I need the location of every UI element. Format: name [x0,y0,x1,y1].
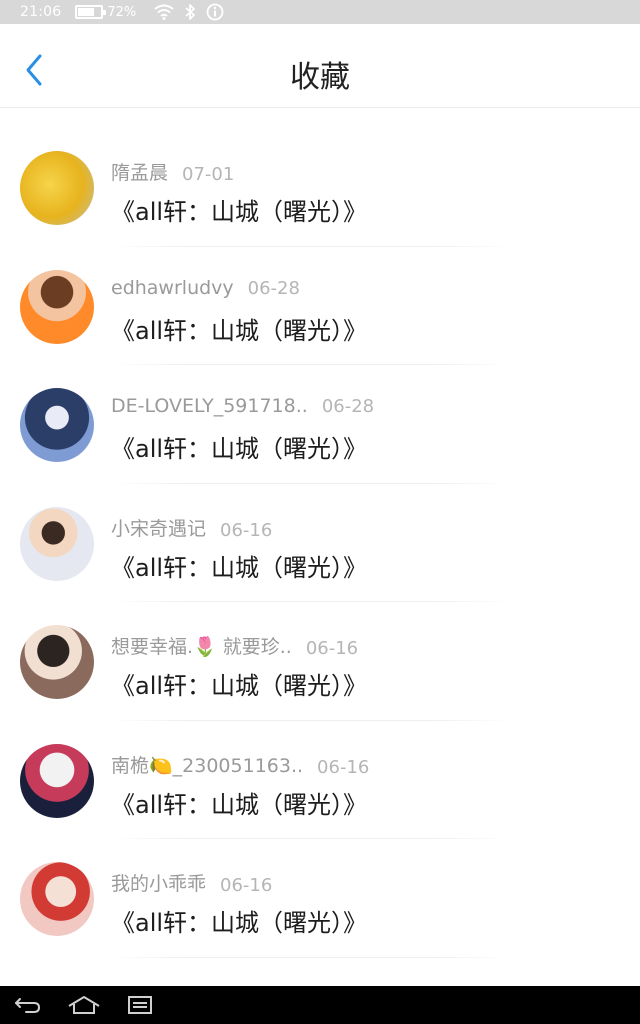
avatar [20,151,94,225]
item-meta: 隋孟晨 07-01 [111,158,234,185]
info-icon [206,3,224,21]
item-meta: 南桅🍋_230051163.. 06-16 [111,751,369,778]
author-name: 隋孟晨 [111,162,169,184]
item-date: 06-16 [220,519,273,541]
item-date: 07-01 [182,164,235,185]
item-meta: edhawrludvy 06-28 [111,277,300,299]
author-name: 小宋奇遇记 [111,517,207,540]
list-item[interactable]: 小宋奇遇记 06-16 《all轩：山城（曙光）》 [0,484,640,603]
avatar [20,269,94,344]
battery-icon [75,5,107,19]
item-title: 《all轩：山城（曙光）》 [111,198,368,226]
header: 收藏 [0,24,640,108]
item-title: 《all轩：山城（曙光）》 [111,909,368,937]
item-date: 06-16 [305,638,359,659]
item-date: 06-28 [321,396,375,417]
item-date: 06-16 [317,756,370,778]
item-title: 《all轩：山城（曙光）》 [111,672,368,700]
author-name: 南桅🍋_230051163.. [111,754,304,777]
avatar [20,625,94,699]
nav-recent-button[interactable] [112,986,168,1024]
avatar [20,862,94,936]
avatar [20,743,94,818]
navigation-bar [0,986,640,1024]
author-name: DE-LOVELY_591718.. [111,395,308,417]
list-item[interactable]: 南桅🍋_230051163.. 06-16 《all轩：山城（曙光）》 [0,721,640,840]
item-date: 06-28 [247,277,300,299]
nav-back-button[interactable] [0,986,56,1024]
avatar [20,506,94,581]
item-title: 《all轩：山城（曙光）》 [111,553,368,582]
author-name: 想要幸福.🌷 就要珍.. [111,636,292,658]
item-title: 《all轩：山城（曙光）》 [111,435,368,463]
bluetooth-icon [184,3,196,21]
list-item[interactable]: 隋孟晨 07-01 《all轩：山城（曙光）》 [0,128,640,247]
home-icon [68,996,100,1014]
item-title: 《all轩：山城（曙光）》 [111,790,368,819]
item-meta: 想要幸福.🌷 就要珍.. 06-16 [111,632,358,659]
list-item[interactable]: edhawrludvy 06-28 《all轩：山城（曙光）》 [0,247,640,366]
item-meta: DE-LOVELY_591718.. 06-28 [111,395,374,417]
wifi-icon [154,4,174,20]
avatar [20,388,94,462]
item-meta: 小宋奇遇记 06-16 [111,514,272,541]
item-meta: 我的小乖乖 06-16 [111,869,272,896]
status-time: 21:06 [20,4,62,20]
favorites-list: 隋孟晨 07-01 《all轩：山城（曙光）》 edhawrludvy 06-28 … [0,128,640,958]
page-title: 收藏 [290,60,350,95]
list-item[interactable]: DE-LOVELY_591718.. 06-28 《all轩：山城（曙光）》 [0,365,640,484]
back-icon [15,998,41,1013]
screen: 21:06 72% 收藏 隋孟晨 07-01 《all轩：山城（曙光）》 edh… [0,0,640,1024]
author-name: 我的小乖乖 [111,873,207,895]
item-date: 06-16 [220,875,273,896]
author-name: edhawrludvy [111,276,234,299]
nav-home-button[interactable] [56,986,112,1024]
list-item[interactable]: 想要幸福.🌷 就要珍.. 06-16 《all轩：山城（曙光）》 [0,602,640,721]
status-bar: 21:06 72% [0,0,640,24]
item-title: 《all轩：山城（曙光）》 [111,316,368,345]
battery-percent: 72% [107,4,137,20]
recent-apps-icon [128,996,152,1014]
list-item[interactable]: 我的小乖乖 06-16 《all轩：山城（曙光）》 [0,839,640,958]
